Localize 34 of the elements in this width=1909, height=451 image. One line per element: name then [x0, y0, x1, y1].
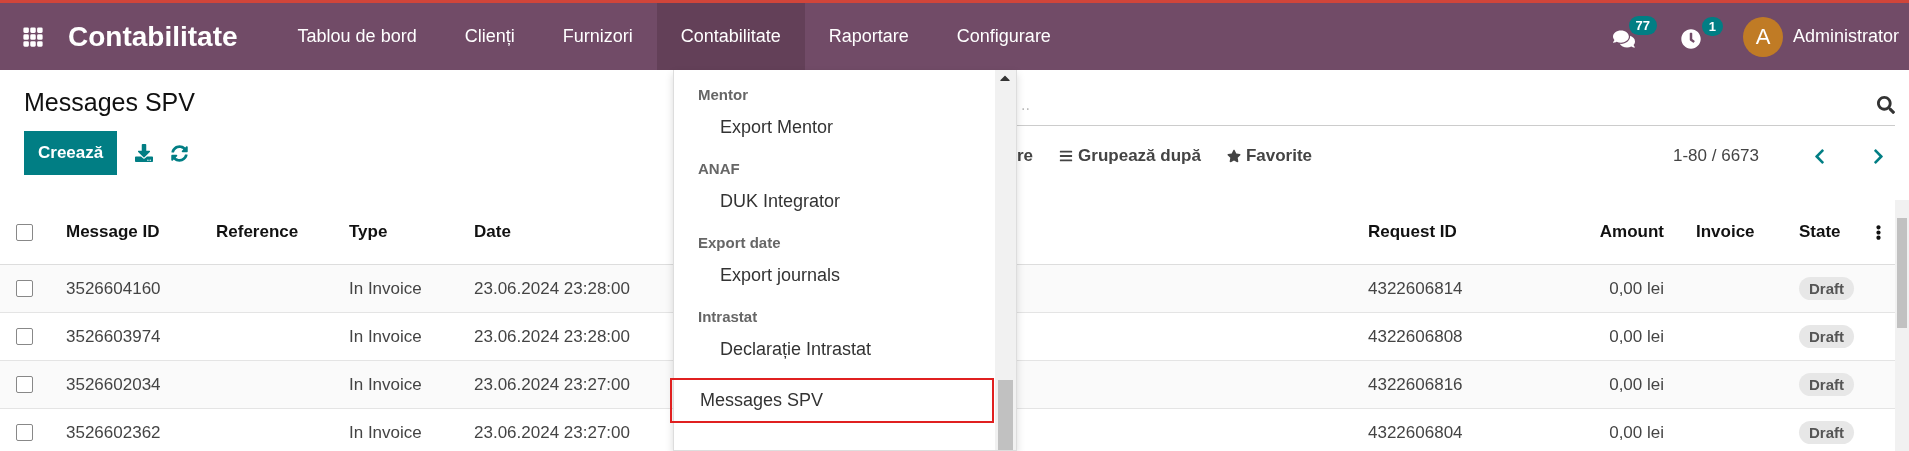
table-cell-text: In Invoice — [348, 325, 423, 348]
table-cell-text: 3526602362 — [65, 421, 162, 444]
menu-section-heading: Mentor — [697, 85, 749, 105]
menu-section-heading: ANAF — [697, 159, 741, 179]
menu-section-heading: Intrastat — [697, 307, 759, 327]
table-cell-text: 23.06.2024 23:27:00 — [473, 373, 631, 396]
table-cell-text: In Invoice — [348, 373, 423, 396]
message-count-badge: 77 — [1628, 15, 1657, 35]
table-cell-text: 0,00 lei — [1608, 373, 1665, 396]
table-cell-text: In Invoice — [348, 421, 423, 444]
state-tag: Draft — [1799, 325, 1854, 348]
state-tag: Draft — [1799, 421, 1854, 444]
table-cell-text: In Invoice — [348, 277, 423, 300]
table-cell-text: 4322606814 — [1367, 277, 1464, 300]
state-tag: Draft — [1799, 373, 1854, 396]
table-cell-text: 23.06.2024 23:28:00 — [473, 277, 631, 300]
search-placeholder: .. — [1021, 95, 1030, 114]
menu-section-heading: Export date — [697, 233, 782, 253]
table-cell-text: 4322606808 — [1367, 325, 1464, 348]
table-cell-text: 3526602034 — [65, 373, 162, 396]
pager-text: 1-80 / 6673 — [1673, 146, 1759, 166]
table-cell-text: 4322606804 — [1367, 421, 1464, 444]
activity-count-badge: 1 — [1701, 16, 1723, 36]
table-cell-text: 0,00 lei — [1608, 421, 1665, 444]
page-title: Messages SPV — [24, 88, 195, 117]
table-cell-text: 23.06.2024 23:28:00 — [473, 325, 631, 348]
table-cell-text: 3526604160 — [65, 277, 162, 300]
table-cell-text: 3526603974 — [65, 325, 162, 348]
table-cell-text: 0,00 lei — [1608, 277, 1665, 300]
state-tag: Draft — [1799, 277, 1854, 300]
app-name: Contabilitate — [68, 20, 238, 53]
table-cell-text: 4322606816 — [1367, 373, 1464, 396]
table-cell-text: 0,00 lei — [1608, 325, 1665, 348]
table-cell-text: 23.06.2024 23:27:00 — [473, 421, 631, 444]
